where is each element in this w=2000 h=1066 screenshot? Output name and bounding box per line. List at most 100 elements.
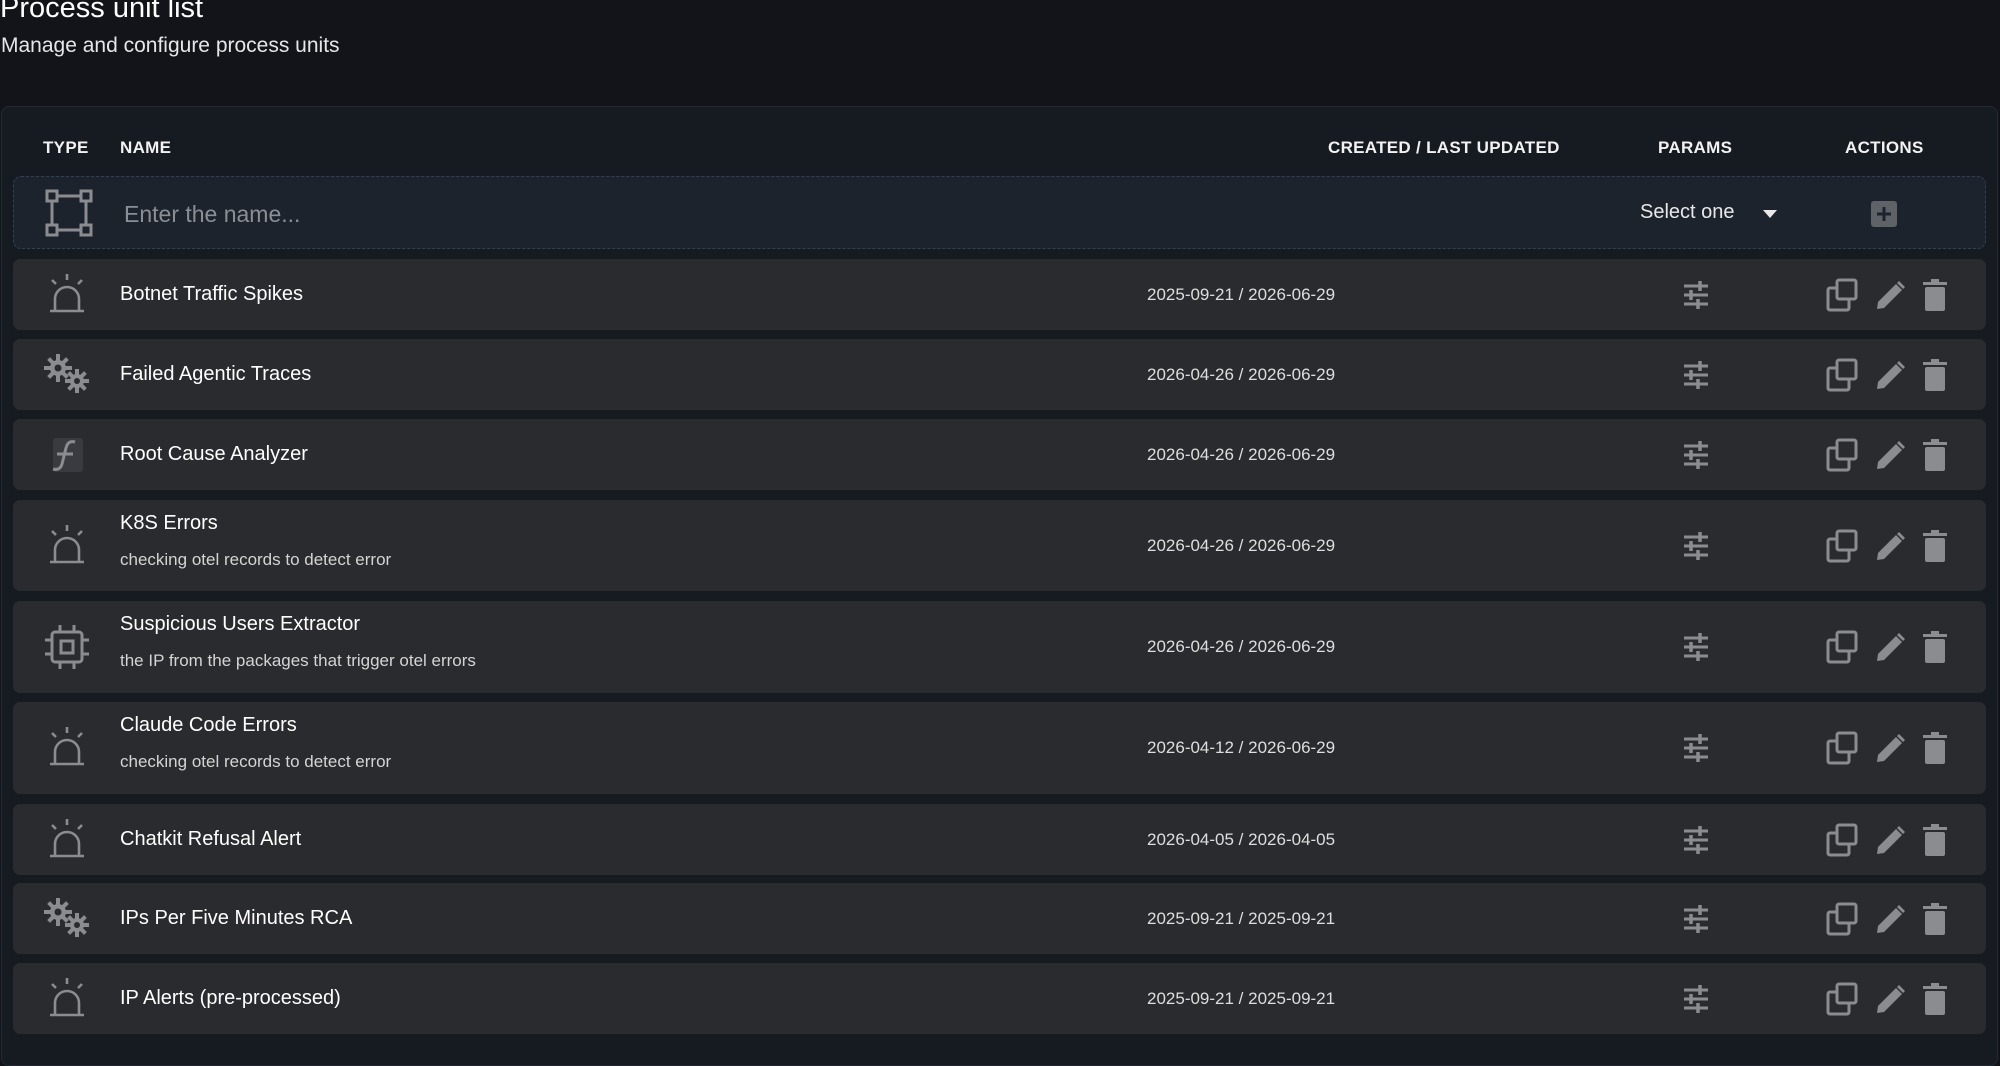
params-sliders-icon xyxy=(1676,899,1716,939)
duplicate-icon xyxy=(1822,728,1862,768)
duplicate-button[interactable] xyxy=(1822,728,1862,768)
delete-trash-icon xyxy=(1915,979,1955,1019)
duplicate-icon xyxy=(1822,627,1862,667)
row-dates: 2026-04-26 / 2026-06-29 xyxy=(1147,637,1336,656)
page-subtitle: Manage and configure process units xyxy=(1,34,340,57)
table-row[interactable]: IP Alerts (pre-processed) 2025-09-21 / 20… xyxy=(13,963,1986,1034)
table-row[interactable]: Failed Agentic Traces 2026-04-26 / 2026-0… xyxy=(13,339,1986,410)
table-row[interactable]: K8S Errors checking otel records to detec… xyxy=(13,500,1986,591)
chip-icon xyxy=(42,622,92,672)
row-dates: 2026-04-26 / 2026-06-29 xyxy=(1147,535,1336,555)
params-button[interactable] xyxy=(1676,435,1716,475)
edit-pencil-icon xyxy=(1869,275,1909,315)
row-name: Botnet Traffic Spikes xyxy=(120,282,304,305)
duplicate-button[interactable] xyxy=(1822,355,1862,395)
row-dates: 2026-04-26 / 2026-06-29 xyxy=(1147,444,1336,464)
row-name: Chatkit Refusal Alert xyxy=(120,827,302,850)
row-dates: 2026-04-26 / 2026-06-29 xyxy=(1147,364,1336,384)
params-button[interactable] xyxy=(1676,728,1716,768)
params-sliders-icon xyxy=(1676,275,1716,315)
row-name: Root Cause Analyzer xyxy=(120,442,308,465)
params-button[interactable] xyxy=(1676,275,1716,315)
duplicate-button[interactable] xyxy=(1822,435,1862,475)
duplicate-button[interactable] xyxy=(1822,820,1862,860)
params-sliders-icon xyxy=(1676,728,1716,768)
table-row[interactable]: Chatkit Refusal Alert 2026-04-05 / 2026-0… xyxy=(13,804,1986,875)
add-unit-button[interactable] xyxy=(1871,201,1897,227)
duplicate-icon xyxy=(1822,355,1862,395)
row-dates: 2026-04-05 / 2026-04-05 xyxy=(1147,829,1336,849)
delete-button[interactable] xyxy=(1915,627,1955,667)
delete-button[interactable] xyxy=(1915,435,1955,475)
edit-button[interactable] xyxy=(1869,355,1909,395)
edit-button[interactable] xyxy=(1869,899,1909,939)
edit-pencil-icon xyxy=(1869,627,1909,667)
params-button[interactable] xyxy=(1676,627,1716,667)
row-name: K8S Errors xyxy=(120,511,218,534)
edit-button[interactable] xyxy=(1869,526,1909,566)
table-row[interactable]: Claude Code Errors checking otel records … xyxy=(13,702,1986,794)
table-row[interactable]: Botnet Traffic Spikes 2025-09-21 / 2026-0… xyxy=(13,259,1986,330)
delete-button[interactable] xyxy=(1915,728,1955,768)
header-type: TYPE xyxy=(43,138,89,157)
name-input[interactable] xyxy=(122,195,1126,233)
delete-trash-icon xyxy=(1915,435,1955,475)
params-button[interactable] xyxy=(1676,820,1716,860)
params-button[interactable] xyxy=(1676,526,1716,566)
params-button[interactable] xyxy=(1676,355,1716,395)
gears-icon xyxy=(42,894,92,944)
params-button[interactable] xyxy=(1676,899,1716,939)
frame-icon xyxy=(44,188,94,238)
edit-button[interactable] xyxy=(1869,275,1909,315)
delete-trash-icon xyxy=(1915,355,1955,395)
params-sliders-icon xyxy=(1676,435,1716,475)
row-dates: 2025-09-21 / 2025-09-21 xyxy=(1147,908,1336,928)
duplicate-button[interactable] xyxy=(1822,979,1862,1019)
params-button[interactable] xyxy=(1676,979,1716,1019)
params-select-value: Select one xyxy=(1640,201,1735,223)
params-sliders-icon xyxy=(1676,979,1716,1019)
delete-button[interactable] xyxy=(1915,899,1955,939)
header-params: PARAMS xyxy=(1658,138,1733,157)
delete-button[interactable] xyxy=(1915,820,1955,860)
alarm-icon xyxy=(42,815,92,865)
delete-button[interactable] xyxy=(1915,275,1955,315)
table-row[interactable]: Root Cause Analyzer 2026-04-26 / 2026-06-… xyxy=(13,419,1986,490)
duplicate-button[interactable] xyxy=(1822,275,1862,315)
edit-pencil-icon xyxy=(1869,728,1909,768)
edit-pencil-icon xyxy=(1869,979,1909,1019)
delete-trash-icon xyxy=(1915,275,1955,315)
edit-pencil-icon xyxy=(1869,435,1909,475)
edit-button[interactable] xyxy=(1869,820,1909,860)
params-select[interactable]: Select one xyxy=(1626,195,1786,231)
duplicate-button[interactable] xyxy=(1822,899,1862,939)
chevron-down-icon xyxy=(1763,210,1777,218)
delete-trash-icon xyxy=(1915,526,1955,566)
table-row[interactable]: Suspicious Users Extractor the IP from th… xyxy=(13,601,1986,693)
delete-button[interactable] xyxy=(1915,355,1955,395)
duplicate-button[interactable] xyxy=(1822,627,1862,667)
duplicate-icon xyxy=(1822,275,1862,315)
row-dates: 2025-09-21 / 2025-09-21 xyxy=(1147,988,1336,1008)
row-name: Claude Code Errors xyxy=(120,714,297,736)
edit-pencil-icon xyxy=(1869,526,1909,566)
params-sliders-icon xyxy=(1676,820,1716,860)
delete-button[interactable] xyxy=(1915,979,1955,1019)
params-sliders-icon xyxy=(1676,355,1716,395)
edit-button[interactable] xyxy=(1869,979,1909,1019)
function-icon xyxy=(42,430,92,480)
duplicate-button[interactable] xyxy=(1822,526,1862,566)
edit-pencil-icon xyxy=(1869,820,1909,860)
alarm-icon xyxy=(42,723,92,773)
delete-button[interactable] xyxy=(1915,526,1955,566)
row-dates: 2025-09-21 / 2026-06-29 xyxy=(1147,284,1336,304)
edit-button[interactable] xyxy=(1869,435,1909,475)
plus-icon xyxy=(1877,207,1891,221)
edit-button[interactable] xyxy=(1869,728,1909,768)
alarm-icon xyxy=(42,521,92,571)
row-description: checking otel records to detect error xyxy=(120,752,392,771)
delete-trash-icon xyxy=(1915,899,1955,939)
table-row[interactable]: IPs Per Five Minutes RCA 2025-09-21 / 202… xyxy=(13,883,1986,954)
header-actions: ACTIONS xyxy=(1845,138,1924,157)
edit-button[interactable] xyxy=(1869,627,1909,667)
